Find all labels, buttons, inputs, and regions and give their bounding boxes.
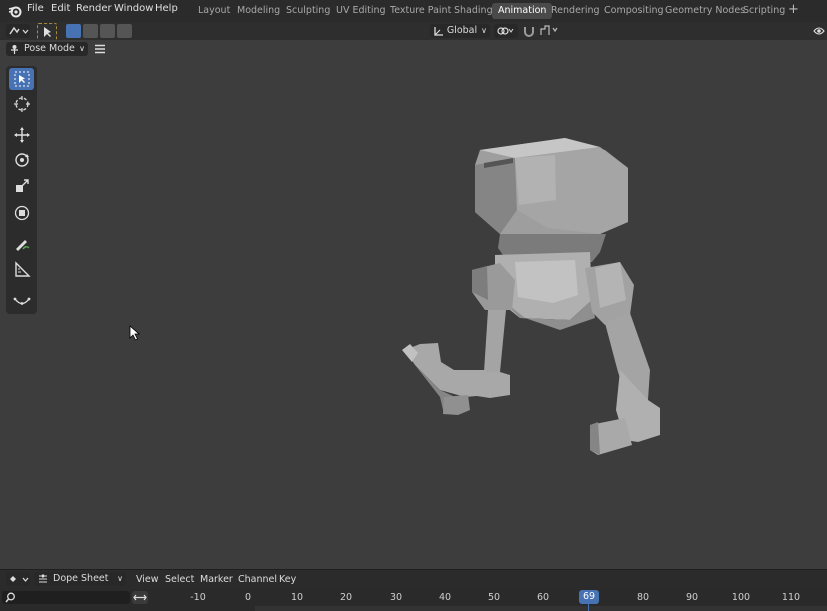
swap-channels-button[interactable] [132,591,148,604]
frame-range-strip [255,606,827,611]
dope-sheet-mode-icon [39,574,47,583]
dope-sheet-mode-label: Dope Sheet [53,573,109,584]
timeline-ruler[interactable]: -10 0 10 20 30 40 50 60 80 90 100 110 69 [0,589,827,611]
playhead-line [588,604,589,611]
tick-label: 30 [389,592,403,603]
tick-label: 40 [438,592,452,603]
tick-label: 50 [487,592,501,603]
tick-label: 10 [290,592,304,603]
tick-label: 90 [685,592,699,603]
tick-label: 80 [636,592,650,603]
robot-head [475,138,628,234]
dope-menu-channel[interactable]: Channel [238,574,277,585]
current-frame-indicator[interactable]: 69 [579,590,600,604]
dope-sheet-mode-dropdown[interactable]: Dope Sheet ∨ [34,572,126,586]
search-icon [5,592,15,603]
tick-label: 60 [536,592,550,603]
channel-search-input[interactable] [2,591,130,604]
tick-label: 0 [244,592,252,603]
tick-label: 110 [781,592,801,603]
robot-right-leg [585,262,660,455]
dope-menu-marker[interactable]: Marker [200,574,233,585]
dope-sheet-editor-icon [10,576,29,582]
dope-menu-select[interactable]: Select [165,574,194,585]
arrows-horizontal-icon [133,594,147,601]
dope-menu-view[interactable]: View [136,574,159,585]
tick-label: 100 [731,592,751,603]
tick-label: 20 [339,592,353,603]
chevron-down-icon: ∨ [117,574,123,583]
dope-sheet-header: Dope Sheet ∨ View Select Marker Channel … [0,569,827,589]
robot-left-leg [402,263,515,415]
robot-model[interactable] [0,0,827,611]
dope-menu-key[interactable]: Key [279,574,296,585]
tick-label: -10 [190,592,206,603]
editor-type-button[interactable] [6,572,30,586]
